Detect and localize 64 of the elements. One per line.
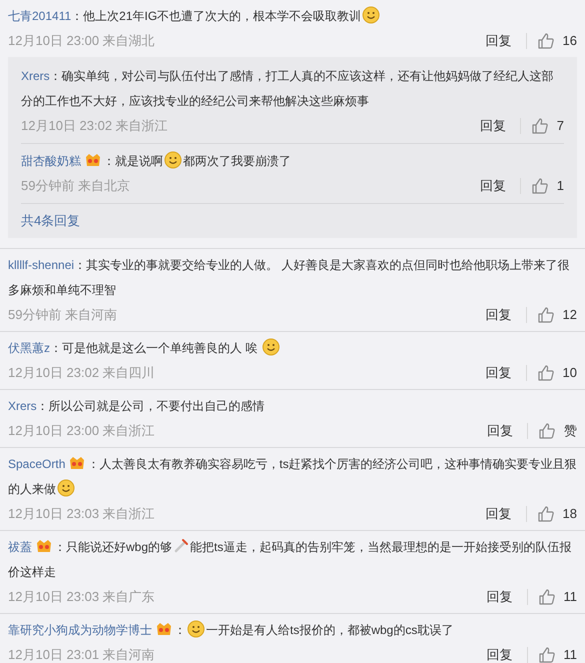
username-link[interactable]: kllllf-shennei	[8, 258, 74, 272]
reply-button[interactable]: 回复	[483, 421, 517, 441]
reply-button[interactable]: 回复	[482, 363, 516, 383]
comment-text: 甜杏酸奶糕 ：就是说啊 都两次了我要崩溃了	[21, 149, 564, 174]
comment-meta: 12月10日 23:02 来自四川	[8, 364, 155, 382]
thumb-up-icon	[530, 117, 549, 135]
like-count: 12	[562, 306, 577, 324]
comment-meta: 59分钟前 来自河南	[8, 306, 118, 324]
reply-button[interactable]: 回复	[476, 176, 510, 196]
comment-meta: 12月10日 23:03 来自广东	[8, 588, 155, 606]
more-replies-link[interactable]: 共4条回复	[21, 213, 80, 228]
thumb-up-icon	[530, 177, 549, 195]
like-count: 11	[564, 588, 577, 606]
reply-button[interactable]: 回复	[482, 504, 516, 524]
reply-button[interactable]: 回复	[482, 31, 516, 51]
comment-meta: 12月10日 23:00 来自浙江	[8, 422, 155, 440]
like-button[interactable]: 7	[530, 116, 564, 136]
reply-button[interactable]: 回复	[482, 305, 516, 325]
username-link[interactable]: 甜杏酸奶糕	[21, 154, 81, 168]
thumb-up-icon	[538, 588, 556, 606]
username-link[interactable]: Xrers	[21, 69, 50, 83]
like-count: 16	[562, 32, 577, 50]
username-link[interactable]: Xrers	[8, 399, 37, 413]
reply-button[interactable]: 回复	[482, 645, 516, 663]
thumb-up-icon	[536, 306, 555, 324]
comment-meta: 12月10日 23:03 来自浙江	[8, 505, 155, 524]
comment-text: Xrers：确实单纯，对公司与队伍付出了感情，打工人真的不应该这样，还有让他妈妈做了经纪人这部分的工作也不大好，应该找专业的经纪公司来帮他解决这些麻烦事	[21, 68, 555, 110]
like-button[interactable]: 11	[538, 587, 577, 607]
username-link[interactable]: 七青201411	[8, 9, 72, 23]
comment-meta: 59分钟前 来自北京	[21, 177, 130, 196]
username-link[interactable]: 祓蓋	[8, 540, 32, 554]
like-count: 18	[562, 505, 577, 524]
comment-text: 伏黑蕙z：可是他就是这么一个单纯善良的人 唉	[8, 336, 577, 361]
comment-text: Xrers：所以公司就是公司，不要付出自己的感情	[8, 398, 266, 415]
comment-meta: 12月10日 23:00 来自湖北	[8, 32, 155, 50]
thumb-up-icon	[536, 32, 555, 50]
like-button[interactable]: 10	[536, 363, 577, 383]
comment-text: 七青201411：他上次21年IG不也遭了次大的，根本学不会吸取教训	[0, 4, 585, 29]
comment-meta: 12月10日 23:01 来自河南	[8, 646, 155, 663]
reply-button[interactable]: 回复	[476, 116, 510, 136]
like-button[interactable]: 赞	[538, 421, 577, 441]
username-link[interactable]: 伏黑蕙z	[8, 341, 50, 355]
like-count: 7	[556, 117, 564, 136]
like-button[interactable]: 16	[536, 31, 577, 51]
like-button[interactable]: 18	[536, 504, 577, 524]
like-count: 11	[564, 646, 577, 663]
like-count: 赞	[564, 422, 577, 440]
username-link[interactable]: 靠研究小狗成为动物学博士	[8, 623, 152, 637]
thumb-up-icon	[538, 646, 556, 663]
thumb-up-icon	[538, 422, 556, 440]
reply-button[interactable]: 回复	[482, 587, 516, 607]
comment-meta: 12月10日 23:02 来自浙江	[21, 117, 168, 136]
comment-text: kllllf-shennei：其实专业的事就要交给专业的人做。 人好善良是大家喜欢的点但同时也给他职场上带来了很多麻烦和单纯不理智	[8, 257, 570, 299]
thumb-up-icon	[536, 505, 555, 523]
like-button[interactable]: 1	[530, 176, 564, 196]
thumb-up-icon	[536, 364, 555, 382]
like-count: 10	[562, 364, 577, 382]
comment-text: SpaceOrth ：人太善良太有教养确实容易吃亏，ts赶紧找个厉害的经济公司吧，这种事情确实要专业且狠的人来做	[8, 452, 577, 502]
comment-text: 祓蓋 ：只能说还好wbg的够 能把ts逼走，起码真的告别牢笼，当然最理想的是一开始接受别的队伍报价这样走	[8, 535, 577, 585]
like-button[interactable]: 11	[538, 645, 577, 663]
comment-text: 靠研究小狗成为动物学博士 ： 一开始是有人给ts报价的，都被wbg的cs耽误了	[8, 618, 577, 643]
like-button[interactable]: 12	[536, 305, 577, 325]
like-count: 1	[556, 177, 564, 196]
username-link[interactable]: SpaceOrth	[8, 457, 66, 471]
